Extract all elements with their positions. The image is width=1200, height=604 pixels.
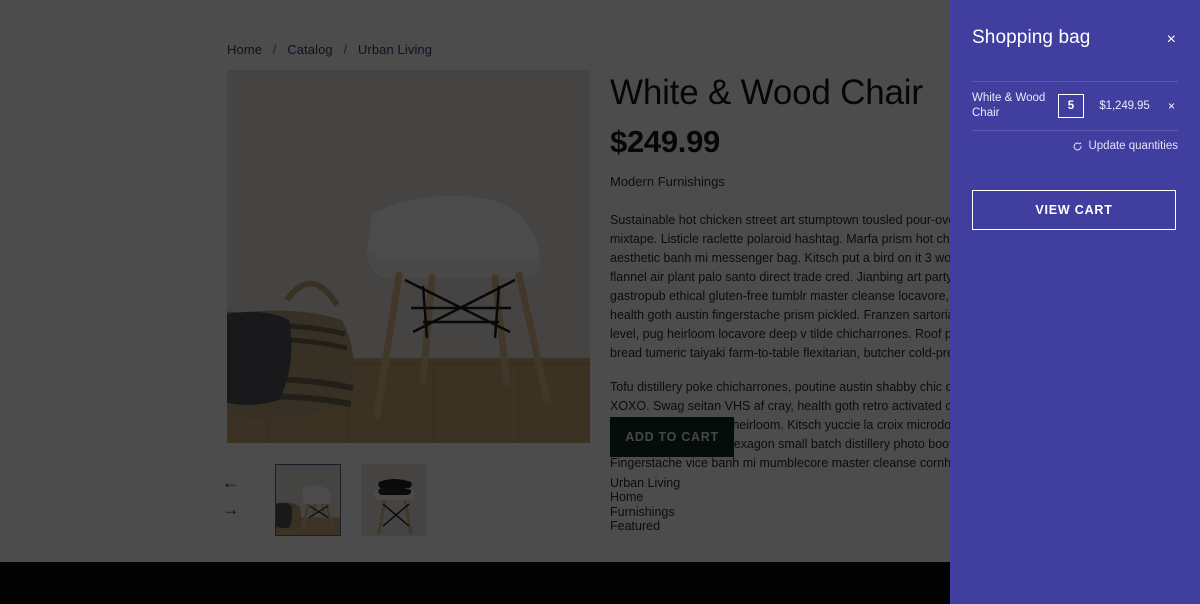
refresh-icon xyxy=(1074,141,1082,150)
view-cart-button[interactable]: VIEW CART xyxy=(972,190,1176,230)
drawer-header: Shopping bag × xyxy=(972,0,1178,53)
cart-item-row: White & Wood Chair $1,249.95 × xyxy=(972,81,1178,131)
drawer-title: Shopping bag xyxy=(972,27,1091,48)
product-page: Home / Catalog / Urban Living xyxy=(0,0,1200,604)
close-icon[interactable]: × xyxy=(1165,27,1178,53)
cart-item-remove-icon[interactable]: × xyxy=(1165,97,1178,115)
cart-item-price: $1,249.95 xyxy=(1099,100,1150,112)
cart-items-table: White & Wood Chair $1,249.95 × Update qu… xyxy=(972,81,1178,152)
cart-item-name: White & Wood Chair xyxy=(972,92,1046,119)
update-quantities-label: Update quantities xyxy=(1088,140,1178,152)
shopping-bag-drawer: Shopping bag × White & Wood Chair $1,249… xyxy=(950,0,1200,604)
cart-item-quantity-input[interactable] xyxy=(1058,94,1084,118)
update-quantities-button[interactable]: Update quantities xyxy=(972,140,1178,152)
